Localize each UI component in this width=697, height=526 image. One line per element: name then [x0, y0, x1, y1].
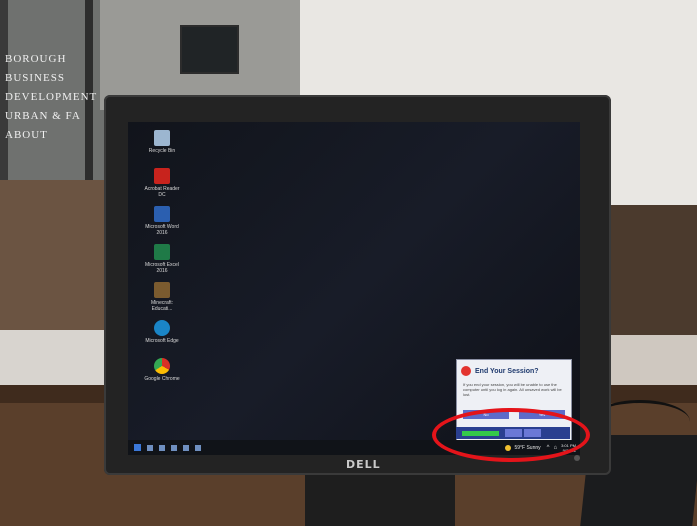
chrome-taskbar-icon[interactable]	[183, 444, 189, 451]
edge-taskbar-icon[interactable]	[171, 444, 177, 451]
wall-sign-line: URBAN & FA	[5, 110, 81, 122]
wall-sign: BOROUGH BUSINESS DEVELOPMENT URBAN & FA …	[5, 50, 98, 145]
excel-icon	[154, 244, 170, 260]
warning-icon	[461, 366, 471, 376]
power-light	[574, 455, 580, 461]
file-explorer-icon[interactable]	[195, 444, 201, 451]
desktop-icon-acrobat[interactable]: Acrobat Reader DC	[142, 168, 182, 202]
desktop-icon-label: Acrobat Reader DC	[144, 186, 180, 198]
monitor-logo: DELL	[346, 458, 381, 471]
wood-panel	[0, 180, 110, 330]
desktop-icon-label: Microsoft Excel 2016	[145, 262, 179, 274]
windows-start-icon[interactable]	[134, 444, 141, 451]
desktop-icon-label: Microsoft Edge	[145, 338, 179, 344]
acrobat-icon	[154, 168, 170, 184]
minecraft-icon	[154, 282, 170, 298]
chrome-icon	[154, 358, 170, 374]
desktop-icon-edge[interactable]: Microsoft Edge	[142, 320, 182, 354]
wall-sign-line: DEVELOPMENT	[5, 91, 98, 103]
desktop-icon-label: Recycle Bin	[148, 148, 176, 154]
desktop-icon-recycle-bin[interactable]: Recycle Bin	[142, 130, 182, 164]
desktop-icon-word[interactable]: Microsoft Word 2016	[142, 206, 182, 240]
background-computer	[180, 25, 239, 74]
search-icon[interactable]	[147, 444, 153, 451]
wall-sign-line: BOROUGH	[5, 53, 67, 65]
desktop-icon-label: Minecraft: Educati...	[151, 300, 173, 312]
desktop-icon-chrome[interactable]: Google Chrome	[142, 358, 182, 392]
wall-sign-line: ABOUT	[5, 129, 48, 141]
dialog-title: End Your Session?	[475, 367, 539, 375]
wall-sign-line: BUSINESS	[5, 72, 65, 84]
desktop-icon-label: Google Chrome	[144, 376, 180, 382]
word-icon	[154, 206, 170, 222]
wood-wall	[600, 205, 697, 335]
desktop-icon-column: Recycle Bin Acrobat Reader DC Microsoft …	[142, 130, 182, 396]
task-view-icon[interactable]	[159, 444, 165, 451]
desktop-icon-excel[interactable]: Microsoft Excel 2016	[142, 244, 182, 278]
desktop-screen: Recycle Bin Acrobat Reader DC Microsoft …	[128, 122, 580, 455]
recycle-bin-icon	[154, 130, 170, 146]
desktop-icon-minecraft[interactable]: Minecraft: Educati...	[142, 282, 182, 316]
dialog-header: End Your Session?	[457, 360, 571, 382]
edge-icon	[154, 320, 170, 336]
photo-scene: BOROUGH BUSINESS DEVELOPMENT URBAN & FA …	[0, 0, 697, 526]
desktop-icon-label: Microsoft Word 2016	[145, 224, 179, 236]
red-annotation-circle	[432, 408, 590, 462]
monitor-stand	[305, 470, 455, 526]
dialog-message: If you end your session, you will be una…	[463, 382, 562, 397]
